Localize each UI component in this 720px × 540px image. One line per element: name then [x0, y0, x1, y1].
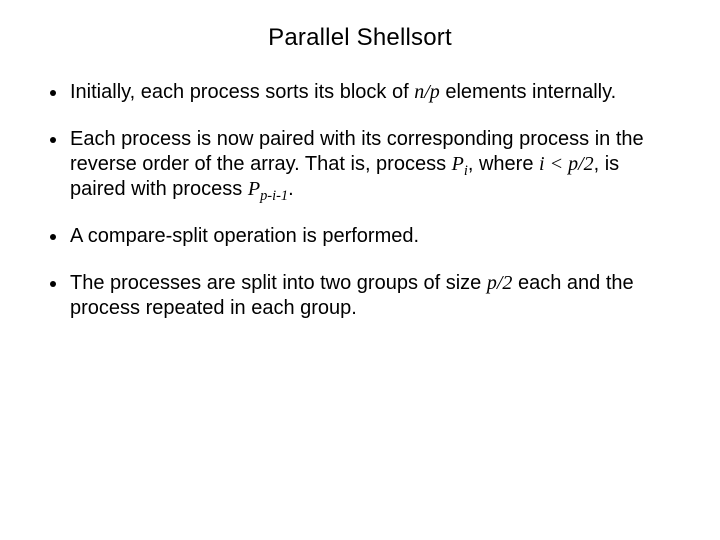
math-inline: P — [248, 178, 260, 200]
text-run: The processes are split into two groups … — [70, 272, 487, 294]
bullet-item: The processes are split into two groups … — [68, 271, 662, 321]
slide-title: Parallel Shellsort — [40, 24, 680, 52]
bullet-item: A compare-split operation is performed. — [68, 224, 662, 249]
text-run: , where — [468, 153, 539, 175]
text-run: elements internally. — [440, 81, 616, 103]
math-inline: i < p/2 — [539, 153, 594, 175]
slide: Parallel Shellsort Initially, each proce… — [0, 0, 720, 540]
text-run: Initially, each process sorts its block … — [70, 81, 414, 103]
math-subscript: p-i-1 — [260, 188, 288, 204]
bullet-item: Each process is now paired with its corr… — [68, 127, 662, 202]
bullet-item: Initially, each process sorts its block … — [68, 80, 662, 105]
math-inline: p/2 — [487, 272, 513, 294]
math-inline: n/p — [414, 81, 440, 103]
math-inline: P — [452, 153, 464, 175]
text-run: A compare-split operation is performed. — [70, 225, 419, 247]
text-run: . — [288, 178, 294, 200]
bullet-list: Initially, each process sorts its block … — [40, 80, 680, 321]
